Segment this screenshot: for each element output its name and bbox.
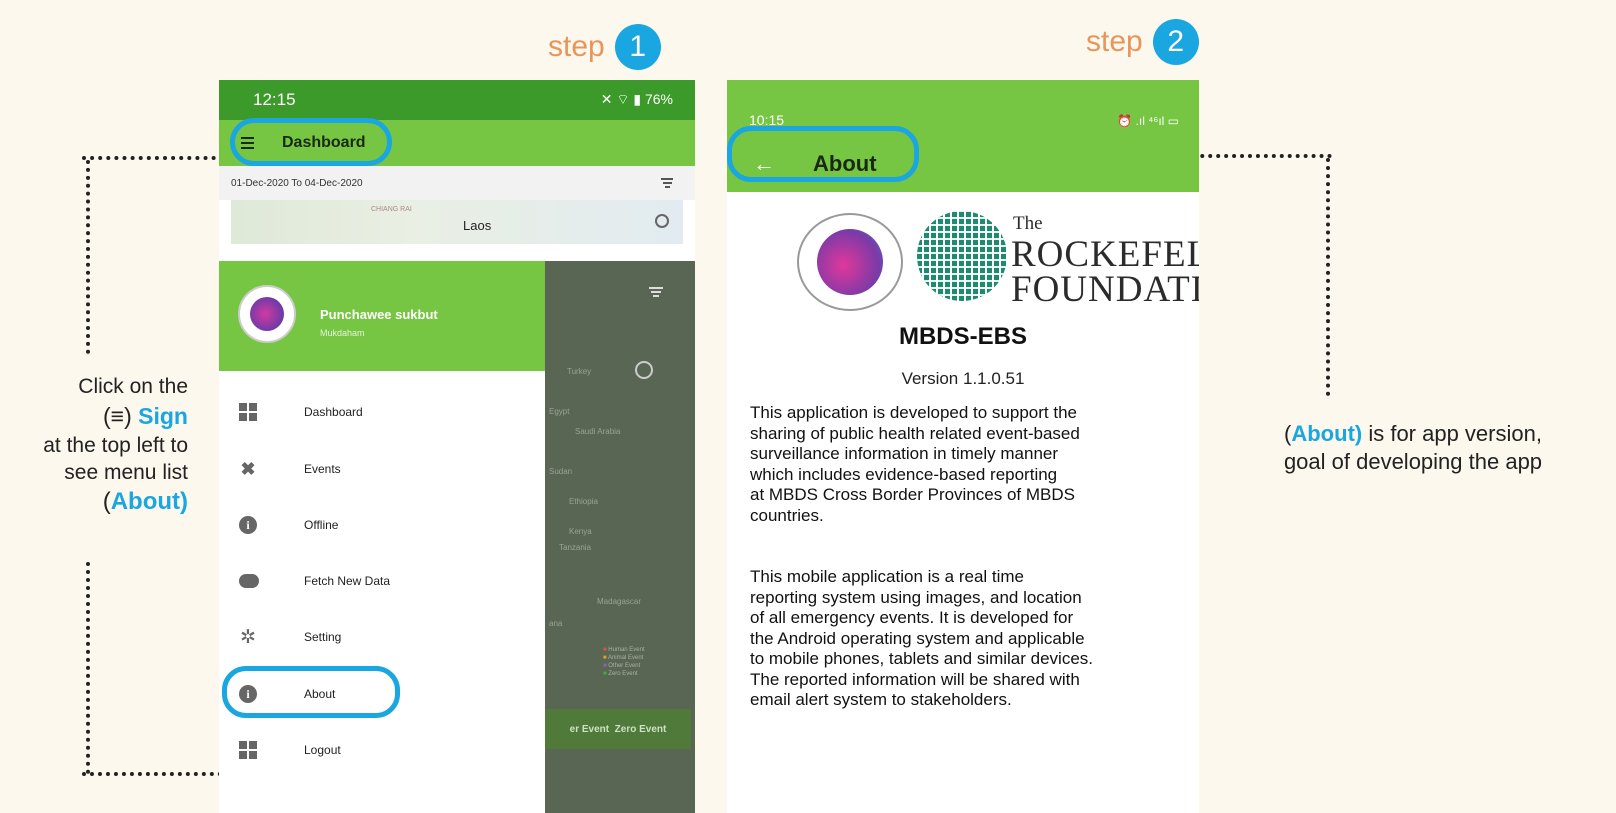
partner-logos: The ROCKEFELLER FOUNDATION — [797, 207, 1199, 311]
filter-icon[interactable] — [661, 178, 673, 188]
map-label: Madagascar — [597, 597, 642, 606]
note-line: see menu list — [64, 461, 188, 484]
events-icon: ✖ — [240, 458, 256, 479]
logo-text: FOUNDATION — [1011, 269, 1199, 310]
mbds-logo-icon — [250, 297, 284, 331]
logo-text: The — [1013, 213, 1043, 234]
gear-icon: ✲ — [240, 626, 256, 648]
left-instruction-note: Click on the (≡) Sign at the top left to… — [0, 373, 188, 518]
connector-line — [86, 160, 90, 354]
step-label: step — [548, 30, 605, 63]
info-icon: i — [239, 516, 257, 534]
logout-icon — [239, 741, 257, 759]
step-2-header: step 2 — [1086, 19, 1199, 65]
menu-item-label: Events — [304, 462, 341, 476]
menu-item-dashboard[interactable]: Dashboard — [219, 392, 545, 432]
app-version: Version 1.1.0.51 — [901, 369, 1025, 388]
drawer-header: Punchawee sukbut Mukdaham — [219, 261, 545, 371]
filter-icon — [649, 287, 663, 297]
menu-item-label: Fetch New Data — [304, 574, 391, 588]
map-label: Sudan — [549, 467, 573, 476]
note-highlight: Sign — [138, 403, 188, 429]
mbds-logo-icon — [797, 213, 903, 311]
menu-item-offline[interactable]: i Offline — [219, 505, 545, 545]
dashboard-icon — [239, 403, 257, 421]
map-label: Ethiopia — [569, 497, 598, 506]
phone-screenshot-about: 10:15 ⏰ .ıl ⁴⁶ıl ▭ ← About The ROCKEFELL… — [727, 80, 1199, 813]
note-line: goal of developing the app — [1283, 449, 1543, 474]
status-icons: ⏰ .ıl ⁴⁶ıl ▭ — [1117, 114, 1179, 128]
map-label: Tanzania — [559, 543, 592, 552]
menu-item-fetch-new-data[interactable]: Fetch New Data — [219, 561, 545, 601]
cloud-download-icon — [239, 574, 259, 588]
status-bar: 12:15 ✕ ⌔ ▮ 76% — [219, 80, 695, 120]
map-label: CHIANG RAI — [371, 206, 412, 213]
event-tabs: er Event Zero Event — [545, 709, 691, 749]
connector-line — [82, 772, 222, 776]
note-highlight: About) — [1291, 421, 1363, 446]
highlight-ring-dashboard-menu — [230, 118, 392, 166]
date-range: 01-Dec-2020 To 04-Dec-2020 — [231, 177, 363, 189]
step-1-header: step 1 — [548, 24, 661, 70]
navigation-drawer-screen: Turkey Egypt Saudi Arabia Sudan Ethiopia… — [219, 261, 695, 813]
note-line: (About) — [102, 488, 188, 515]
step-number-badge: 1 — [614, 24, 661, 70]
map-label: Laos — [463, 218, 492, 233]
highlight-ring-about-title — [727, 126, 919, 182]
locate-icon — [635, 361, 653, 379]
map-label: Kenya — [569, 527, 592, 536]
avatar — [238, 285, 296, 343]
menu-item-label: Setting — [304, 630, 342, 644]
map-view[interactable]: CHIANG RAI Laos — [231, 200, 683, 244]
connector-line — [82, 156, 232, 160]
note-line: Click on the — [78, 375, 188, 398]
menu-item-logout[interactable]: Logout — [219, 730, 545, 770]
map-label: ana — [549, 619, 563, 628]
status-icons: ✕ ⌔ ▮ 76% — [600, 91, 673, 107]
note-highlight: About) — [110, 488, 188, 515]
date-range-bar: 01-Dec-2020 To 04-Dec-2020 — [219, 166, 695, 200]
status-time: 12:15 — [253, 90, 296, 109]
note-line: (≡) Sign — [103, 403, 188, 429]
hamburger-icon: ≡ — [110, 403, 125, 429]
app-name: MBDS-EBS — [898, 323, 1027, 350]
about-description: This application is developed to support… — [750, 403, 1080, 525]
about-description: This mobile application is a real time r… — [750, 567, 1094, 709]
locate-icon[interactable] — [655, 214, 669, 228]
menu-item-label: Dashboard — [304, 405, 363, 419]
note-line: (About) is for app version, — [1284, 421, 1542, 446]
map-label: Egypt — [549, 407, 570, 416]
map-label: Saudi Arabia — [575, 427, 621, 436]
connector-line — [1326, 158, 1330, 396]
right-instruction-note: (About) is for app version, goal of deve… — [1210, 420, 1616, 476]
user-location: Mukdaham — [320, 328, 365, 338]
rockefeller-globe-icon — [917, 211, 1007, 301]
connector-line — [86, 562, 90, 774]
menu-item-setting[interactable]: ✲ Setting — [219, 617, 545, 657]
step-number-badge: 2 — [1152, 19, 1199, 65]
highlight-ring-about-item — [222, 666, 400, 718]
note-line: at the top left to — [43, 434, 188, 457]
dimmed-map-overlay[interactable]: Turkey Egypt Saudi Arabia Sudan Ethiopia… — [545, 261, 695, 813]
menu-item-label: Offline — [304, 518, 339, 532]
map-label: Turkey — [567, 367, 592, 376]
map-legend: ■ Human Event ■ Animal Event ■ Other Eve… — [603, 647, 645, 677]
user-name: Punchawee sukbut — [320, 307, 438, 322]
menu-item-label: Logout — [304, 743, 341, 757]
step-label: step — [1086, 25, 1143, 58]
navigation-drawer: Punchawee sukbut Mukdaham Dashboard ✖ Ev… — [219, 261, 545, 813]
menu-item-events[interactable]: ✖ Events — [219, 449, 545, 489]
